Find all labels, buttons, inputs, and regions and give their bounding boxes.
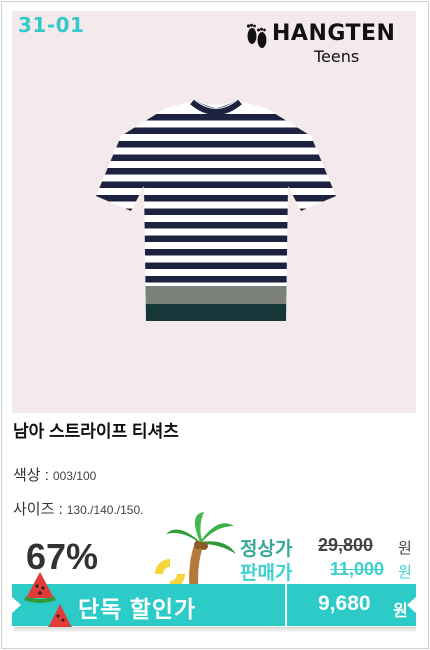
size-label: 사이즈 : [13,501,63,518]
sale-price: 11,000 [330,559,385,579]
regular-price-currency: 원 [398,540,412,557]
color-label: 색상 : [13,467,49,484]
final-price: 9,680 [318,592,371,615]
brand-name: HANGTEN [272,21,396,46]
summer-decoration [155,512,236,590]
product-title[interactable]: 남아 스트라이프 티셔츠 [13,417,179,442]
size-row: 사이즈 :130./140./150. [13,498,143,519]
color-value: 003/100 [52,469,97,483]
banner-notch-right [407,597,416,613]
exclusive-discount-label: 단독 할인가 [78,596,197,622]
final-price-currency: 원 [393,603,408,620]
watermelon-icon [24,572,74,632]
product-code: 31-01 [18,13,85,37]
regular-price: 29,800 [318,535,374,555]
brand-logo: HANGTEN Teens [244,19,404,69]
sale-price-currency: 원 [398,564,412,581]
footprints-icon [246,23,267,48]
regular-price-label: 정상가 [240,539,293,560]
striped-tshirt-image [96,99,336,321]
product-image[interactable]: 31-01 HANGTEN Teens [12,11,416,413]
banner-divider [285,584,287,626]
sale-price-label: 판매가 [240,563,293,584]
color-row: 색상 :003/100 [13,464,96,485]
banner-shadow [14,627,416,633]
brand-sub: Teens [314,47,360,66]
banner-notch-left [12,597,21,613]
size-value: 130./140./150. [66,503,144,517]
